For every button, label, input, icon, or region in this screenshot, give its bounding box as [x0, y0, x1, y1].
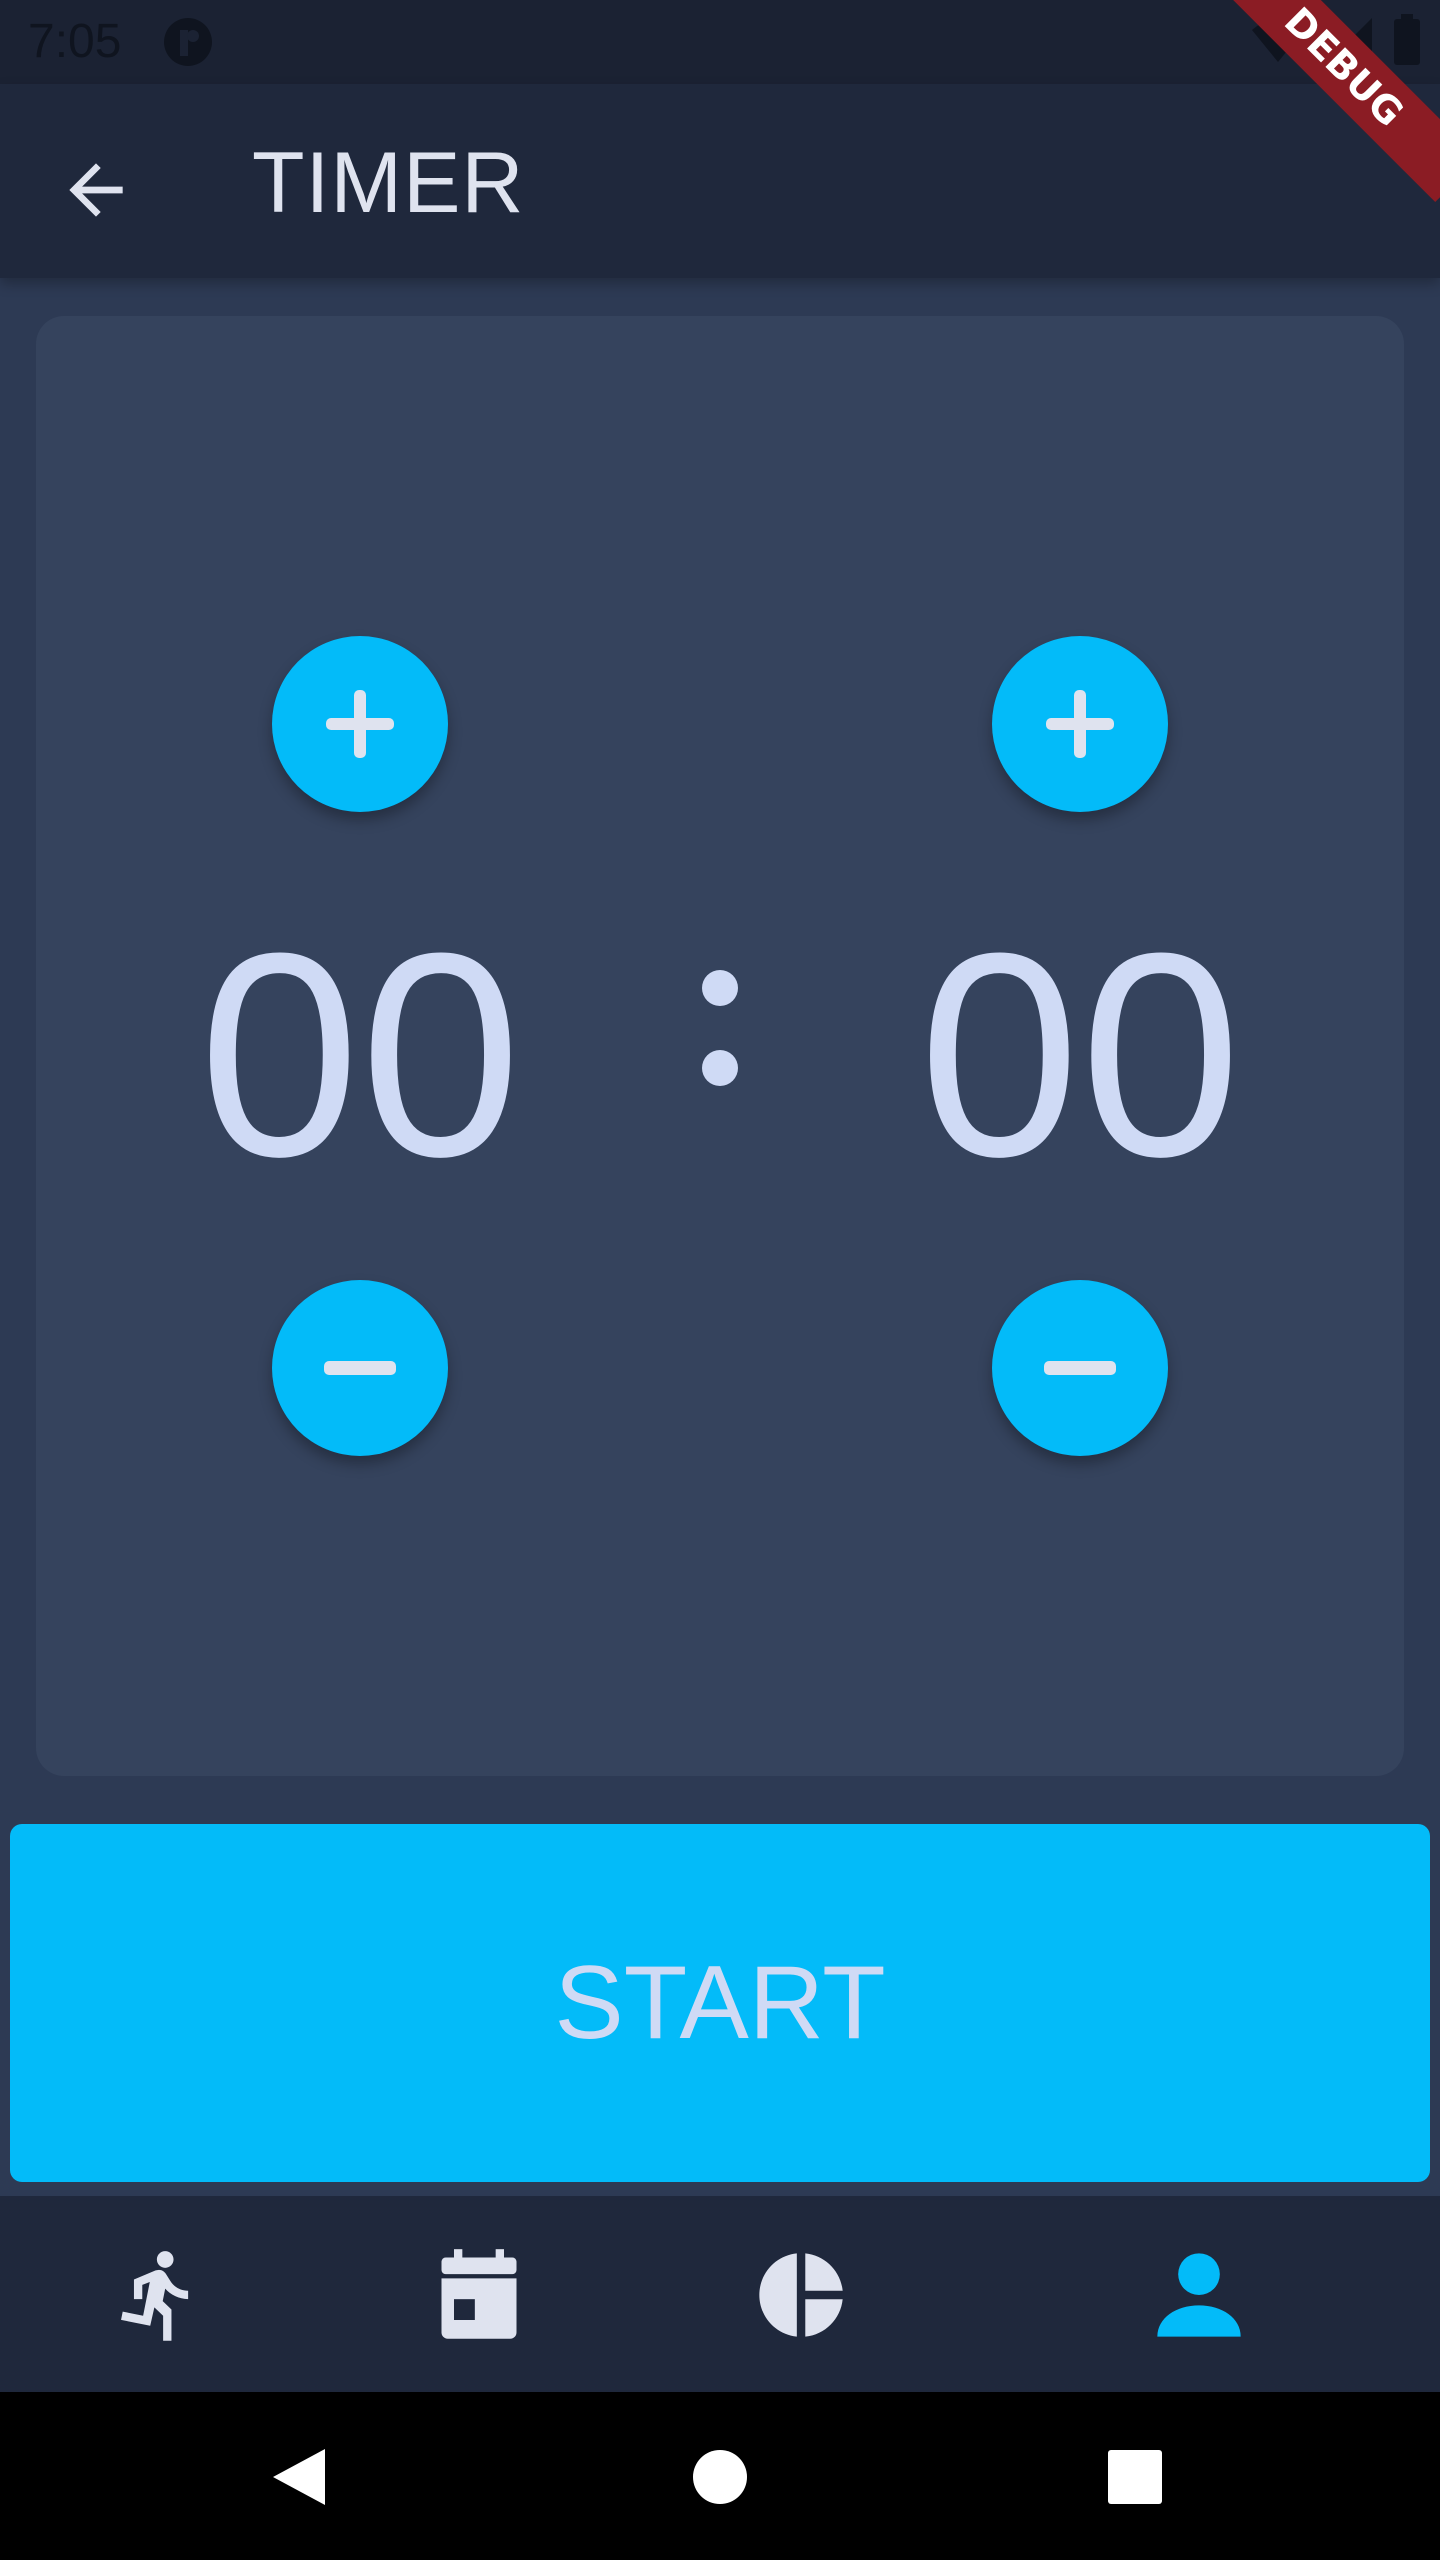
calendar-icon [441, 2249, 517, 2339]
seconds-display: 00 [918, 893, 1242, 1217]
plus-icon [1046, 690, 1114, 758]
time-separator [668, 944, 772, 1114]
minutes-increment-button[interactable] [272, 636, 448, 812]
debug-banner-container: DEBUG [1200, 0, 1440, 240]
recents-square-icon [1108, 2450, 1162, 2504]
person-icon [1157, 2253, 1241, 2337]
back-triangle-icon [273, 2449, 325, 2505]
debug-banner: DEBUG [1208, 0, 1440, 203]
system-recents-button[interactable] [1090, 2432, 1180, 2522]
nav-item-calendar[interactable] [424, 2240, 534, 2350]
app-notification-icon [164, 18, 212, 66]
page-title: TIMER [252, 135, 525, 231]
start-button[interactable]: START [10, 1824, 1430, 2182]
seconds-increment-button[interactable] [992, 636, 1168, 812]
arrow-back-icon [69, 163, 123, 217]
system-back-button[interactable] [254, 2432, 344, 2522]
home-circle-icon [693, 2450, 747, 2504]
seconds-decrement-button[interactable] [992, 1280, 1168, 1456]
minus-icon [324, 1361, 396, 1375]
minutes-decrement-button[interactable] [272, 1280, 448, 1456]
nav-item-run[interactable] [104, 2240, 214, 2350]
nav-item-profile[interactable] [1144, 2240, 1254, 2350]
plus-icon [326, 690, 394, 758]
minus-icon [1044, 1361, 1116, 1375]
back-button[interactable] [48, 142, 144, 238]
start-button-label: START [554, 1944, 886, 2061]
nav-item-stats[interactable] [746, 2240, 856, 2350]
bottom-nav [0, 2196, 1440, 2392]
running-icon [121, 2251, 189, 2341]
pie-chart-icon [759, 2253, 843, 2337]
system-nav-bar [0, 2392, 1440, 2560]
status-time: 7:05 [28, 15, 122, 68]
minutes-display: 00 [198, 893, 522, 1217]
system-home-button[interactable] [675, 2432, 765, 2522]
